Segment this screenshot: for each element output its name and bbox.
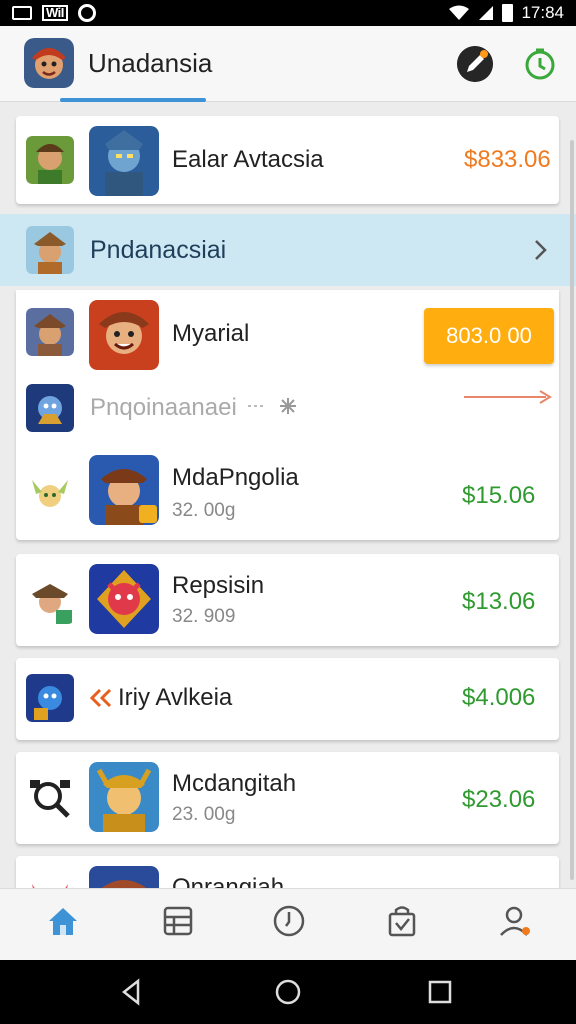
bottom-navigation xyxy=(0,888,576,960)
character-thumbnail xyxy=(26,576,74,624)
system-navigation-bar xyxy=(0,960,576,1024)
list-item[interactable]: Ealar Avtacsia $833.06 xyxy=(16,116,559,204)
app-header: Unadansia xyxy=(0,26,576,102)
game-icon xyxy=(89,455,159,525)
item-subtitle: 32. 909 xyxy=(172,606,236,627)
character-thumbnail xyxy=(26,384,74,432)
character-thumbnail xyxy=(26,470,74,518)
home-button-icon[interactable] xyxy=(274,978,302,1006)
game-icon xyxy=(89,126,159,196)
item-name: Repsisin xyxy=(172,572,265,599)
featured-card[interactable]: Myarial 803.0 00 Pnqoinaanaei MdaPngolia… xyxy=(16,290,559,540)
game-icon xyxy=(89,300,159,370)
section-thumbnail xyxy=(26,226,74,274)
character-thumbnail xyxy=(26,674,74,722)
list-item[interactable]: Iriy Avlkeia $4.006 xyxy=(16,658,559,740)
sync-icon xyxy=(77,4,96,22)
gallery-icon xyxy=(12,6,32,20)
item-name: Iriy Avlkeia xyxy=(118,684,233,711)
scrollbar[interactable] xyxy=(570,140,574,880)
game-icon xyxy=(89,762,159,832)
buy-button[interactable]: 803.0 00 xyxy=(424,308,554,364)
bag-icon[interactable] xyxy=(384,903,420,939)
item-name: Ealar Avtacsia xyxy=(172,146,324,173)
grid-icon[interactable] xyxy=(160,903,196,939)
edit-icon[interactable] xyxy=(457,46,493,82)
game-icon xyxy=(89,866,159,888)
double-chevron-left-icon xyxy=(90,688,112,708)
item-subtitle: 23. 00g xyxy=(172,804,236,825)
item-name: MdaPngolia xyxy=(172,464,299,491)
item-name: Onrangiah xyxy=(172,874,285,888)
character-thumbnail xyxy=(32,884,68,888)
clock-time: 17:84 xyxy=(521,3,564,22)
item-subtitle: 32. 00g xyxy=(172,500,236,521)
item-price: $23.06 xyxy=(462,786,536,813)
profile-icon[interactable] xyxy=(497,903,533,939)
battery-icon xyxy=(502,4,514,22)
signal-icon xyxy=(479,6,494,20)
section-title: Pndanacsiai xyxy=(90,236,227,264)
app-logo[interactable] xyxy=(24,38,74,88)
sparkle-icon xyxy=(248,398,296,414)
clock-icon[interactable] xyxy=(271,903,307,939)
list-item[interactable]: Repsisin 32. 909 $13.06 xyxy=(16,554,559,646)
list-item[interactable]: Onrangiah xyxy=(16,856,559,888)
list-item[interactable]: Mcdangitah 23. 00g $23.06 xyxy=(16,752,559,844)
item-list[interactable]: Ealar Avtacsia $833.06 Pndanacsiai Myari… xyxy=(0,102,576,888)
wifi-icon xyxy=(449,5,470,20)
status-bar: WiI 17:84 xyxy=(0,0,576,26)
home-icon[interactable] xyxy=(45,903,81,939)
item-price: $4.006 xyxy=(462,684,536,711)
search-icon xyxy=(26,774,74,822)
timer-icon[interactable] xyxy=(522,46,558,82)
character-thumbnail xyxy=(26,136,74,184)
arrow-right-icon[interactable] xyxy=(464,390,552,404)
game-icon xyxy=(89,564,159,634)
page-title: Unadansia xyxy=(88,48,213,78)
item-price: $13.06 xyxy=(462,588,536,615)
item-hint: Pnqoinaanaei xyxy=(90,394,237,421)
chevron-right-icon[interactable] xyxy=(532,238,550,262)
recents-icon[interactable] xyxy=(426,978,454,1006)
item-price: $15.06 xyxy=(462,482,536,509)
item-name: Myarial xyxy=(172,320,250,347)
section-header[interactable]: Pndanacsiai xyxy=(0,214,576,286)
sim-label: WiI xyxy=(42,5,68,21)
item-name: Mcdangitah xyxy=(172,770,297,797)
character-thumbnail xyxy=(26,308,74,356)
item-price: $833.06 xyxy=(464,146,551,173)
back-icon[interactable] xyxy=(118,978,146,1006)
